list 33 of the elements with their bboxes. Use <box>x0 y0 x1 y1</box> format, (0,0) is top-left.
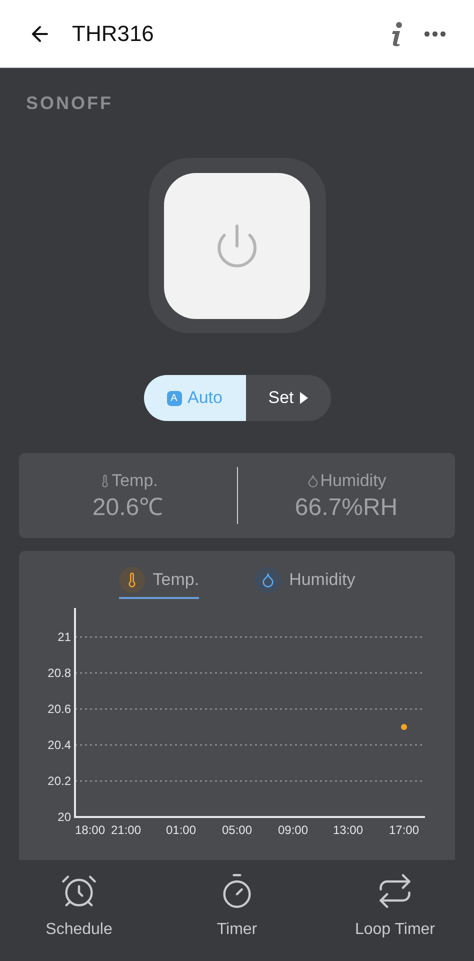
power-button[interactable] <box>164 172 310 318</box>
y-tick-label: 20.6 <box>48 702 71 716</box>
chart-tab[interactable]: Temp. <box>118 567 200 599</box>
droplet-icon <box>260 572 276 588</box>
play-triangle-icon <box>300 392 308 404</box>
droplet-icon <box>306 474 320 488</box>
more-button[interactable] <box>424 30 446 36</box>
x-tick-label: 01:00 <box>166 823 196 837</box>
x-tick-label: 09:00 <box>278 823 308 837</box>
y-tick-label: 20.8 <box>48 666 71 680</box>
info-button[interactable] <box>390 20 404 46</box>
x-tick-label: 18:00 <box>74 823 106 837</box>
nav-item[interactable]: Loop Timer <box>316 860 474 961</box>
brand-logo: SONOFF <box>26 93 113 113</box>
x-tick-label: 17:00 <box>388 823 420 837</box>
reading-label: Temp. <box>112 470 158 492</box>
x-tick-label: 05:00 <box>222 823 252 837</box>
info-icon <box>390 20 404 46</box>
y-tick-label: 20 <box>58 810 71 824</box>
auto-badge: A <box>166 390 182 406</box>
y-tick-label: 20.2 <box>48 774 71 788</box>
more-icon <box>424 30 446 36</box>
y-tick-label: 20.4 <box>48 738 71 752</box>
x-tick-label: 21:00 <box>110 823 142 837</box>
reading-value: 20.6℃ <box>92 493 164 524</box>
reading-label: Humidity <box>320 470 386 492</box>
reading-value: 66.7%RH <box>294 493 398 524</box>
nav-item[interactable]: Timer <box>158 860 316 961</box>
nav-item[interactable]: Schedule <box>0 860 158 961</box>
page-title: THR316 <box>72 20 154 48</box>
chart-tab[interactable]: Humidity <box>255 567 356 599</box>
y-tick-label: 21 <box>58 630 71 644</box>
x-tick-label: 13:00 <box>332 823 364 837</box>
